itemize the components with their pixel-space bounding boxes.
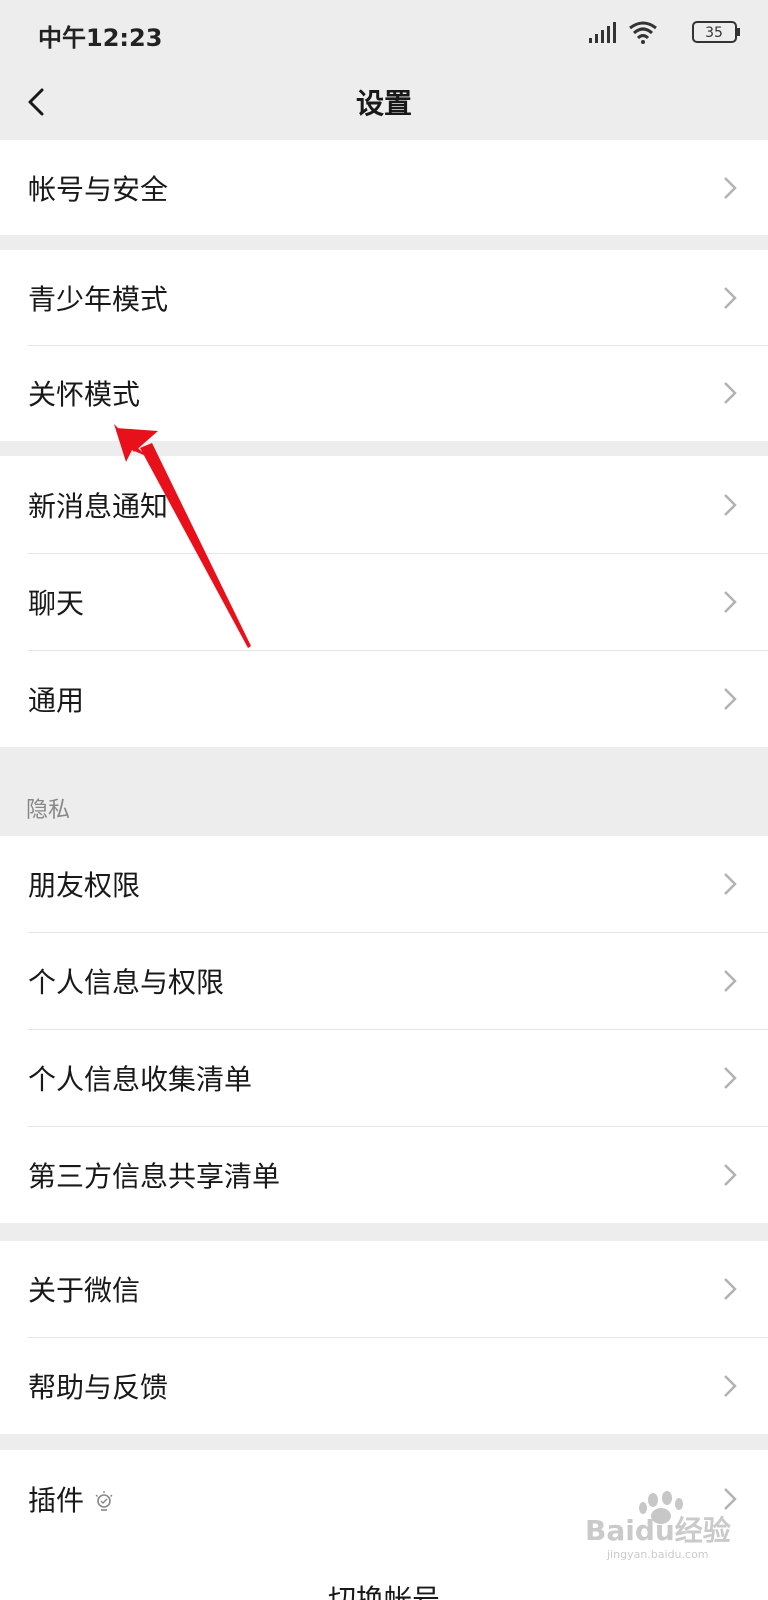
settings-group-privacy: 朋友权限 个人信息与权限 个人信息收集清单 第三方信息共享清单 — [0, 836, 768, 1223]
chevron-right-icon — [724, 176, 737, 199]
settings-group-account: 帐号与安全 — [0, 140, 768, 235]
settings-group-about: 关于微信 帮助与反馈 — [0, 1241, 768, 1434]
setting-label: 关怀模式 — [28, 378, 141, 411]
settings-group-modes: 青少年模式 关怀模式 — [0, 250, 768, 441]
lightbulb-icon — [95, 1490, 113, 1511]
switch-account-label: 切换帐号 — [327, 1583, 440, 1600]
status-bar: 中午12:23 35 — [0, 0, 768, 66]
chevron-right-icon — [724, 382, 737, 404]
setting-label: 青少年模式 — [28, 282, 169, 316]
setting-label: 个人信息与权限 — [28, 965, 225, 999]
setting-third-party-sharing-list[interactable]: 第三方信息共享清单 — [0, 1126, 768, 1223]
section-header-privacy: 隐私 — [26, 798, 71, 823]
setting-label: 新消息通知 — [28, 489, 169, 523]
setting-general[interactable]: 通用 — [0, 650, 768, 747]
settings-group-general: 新消息通知 聊天 通用 — [0, 456, 768, 747]
setting-label: 帐号与安全 — [28, 172, 169, 206]
setting-label: 个人信息收集清单 — [28, 1062, 253, 1096]
setting-help-feedback[interactable]: 帮助与反馈 — [0, 1337, 768, 1434]
setting-label: 关于微信 — [28, 1274, 141, 1307]
setting-label: 帮助与反馈 — [28, 1370, 169, 1404]
status-time: 中午12:23 — [38, 24, 163, 52]
chevron-right-icon — [724, 1278, 737, 1300]
setting-account-security[interactable]: 帐号与安全 — [0, 140, 768, 235]
watermark-text: Baidu经验 — [585, 1514, 731, 1547]
setting-personal-info-collection-list[interactable]: 个人信息收集清单 — [0, 1029, 768, 1126]
watermark-subtext: jingyan.baidu.com — [606, 1548, 709, 1561]
setting-new-message-notification[interactable]: 新消息通知 — [0, 456, 768, 553]
chevron-right-icon — [724, 590, 737, 613]
chevron-right-icon — [724, 1163, 737, 1186]
setting-personal-info-permissions[interactable]: 个人信息与权限 — [0, 932, 768, 1029]
nav-bar: 设置 — [0, 66, 768, 140]
chevron-right-icon — [724, 286, 737, 309]
setting-label: 聊天 — [28, 586, 85, 620]
setting-label: 通用 — [28, 683, 85, 717]
setting-label: 第三方信息共享清单 — [28, 1159, 281, 1193]
setting-friend-permissions[interactable]: 朋友权限 — [0, 836, 768, 932]
baidu-jingyan-watermark: Baidu经验 jingyan.baidu.com — [585, 1491, 731, 1561]
setting-care-mode[interactable]: 关怀模式 — [0, 345, 768, 441]
page-title: 设置 — [355, 87, 412, 120]
chevron-right-icon — [724, 493, 737, 516]
chevron-right-icon — [724, 1066, 737, 1089]
battery-level: 35 — [705, 25, 723, 41]
chevron-right-icon — [724, 969, 737, 992]
battery-icon: 35 — [692, 21, 740, 43]
chevron-right-icon — [724, 687, 737, 710]
setting-label: 插件 — [28, 1483, 85, 1517]
chevron-right-icon — [724, 873, 737, 895]
chevron-right-icon — [724, 1374, 737, 1397]
setting-chat[interactable]: 聊天 — [0, 553, 768, 650]
setting-about-wechat[interactable]: 关于微信 — [0, 1241, 768, 1337]
setting-label: 朋友权限 — [28, 869, 141, 902]
setting-label-wrap: 插件 — [28, 1479, 114, 1519]
setting-teen-mode[interactable]: 青少年模式 — [0, 250, 768, 345]
wifi-icon — [629, 21, 657, 44]
signal-icon — [589, 22, 616, 43]
